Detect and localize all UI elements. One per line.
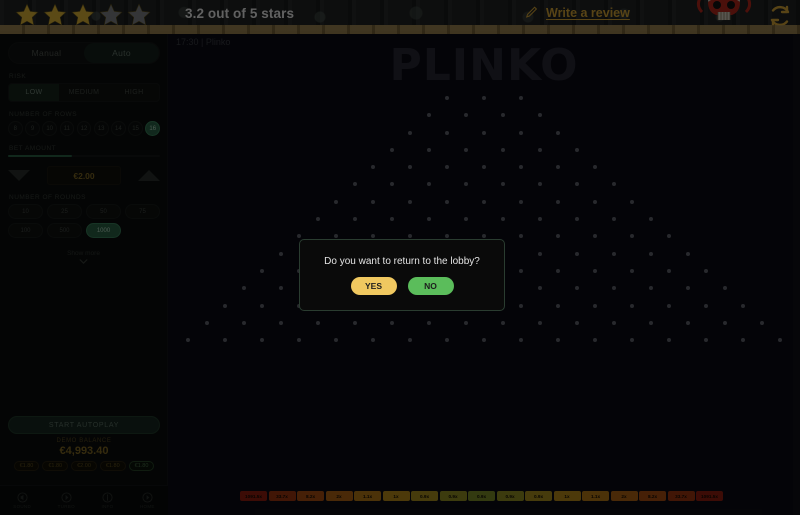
dialog-actions: YES NO <box>350 276 454 295</box>
dialog-message: Do you want to return to the lobby? <box>324 255 480 267</box>
return-to-lobby-dialog: Do you want to return to the lobby? YES … <box>299 239 505 311</box>
plinko-game-screen: 3.2 out of 5 stars Write a review Manual <box>0 0 800 515</box>
dialog-yes-button[interactable]: YES <box>350 276 397 295</box>
dialog-no-button[interactable]: NO <box>407 276 454 295</box>
